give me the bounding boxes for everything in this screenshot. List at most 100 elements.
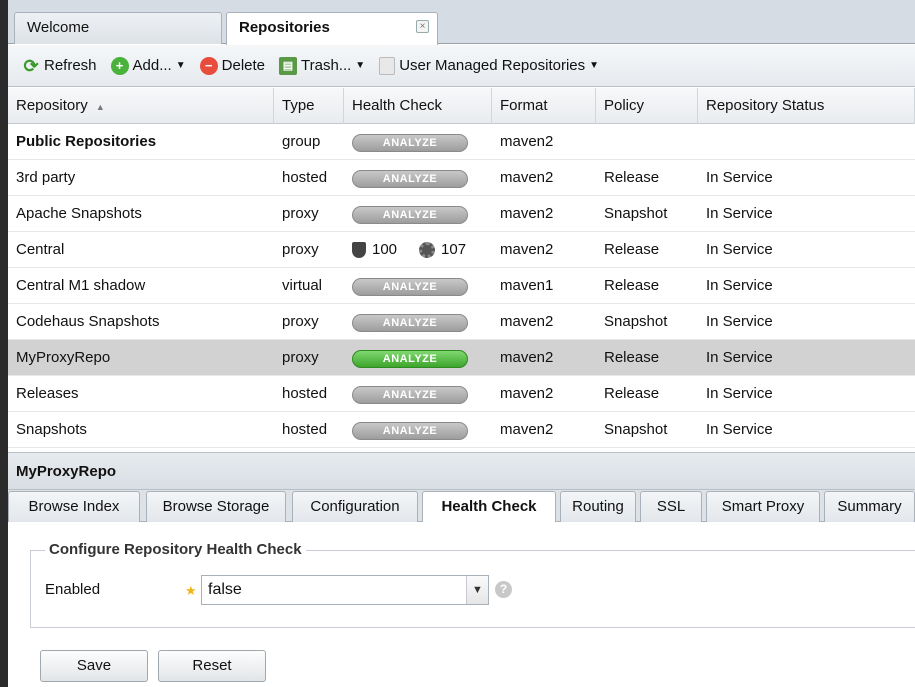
delete-icon: − bbox=[199, 56, 218, 75]
repo-policy: Release bbox=[604, 241, 660, 258]
enabled-select-value: false bbox=[208, 581, 242, 598]
repo-format: maven2 bbox=[500, 241, 554, 258]
refresh-label: Refresh bbox=[44, 57, 97, 74]
repo-policy: Release bbox=[604, 385, 660, 402]
column-header-type[interactable]: Type bbox=[274, 88, 344, 124]
repo-policy: Release bbox=[604, 277, 660, 294]
analyze-button[interactable]: ANALYZE bbox=[352, 134, 468, 152]
top-tab-bar: Welcome Repositories × bbox=[8, 0, 915, 45]
column-header-label: Repository bbox=[16, 97, 88, 114]
analyze-button[interactable]: ANALYZE bbox=[352, 350, 468, 368]
fieldset-legend: Configure Repository Health Check bbox=[45, 541, 306, 558]
repo-status: In Service bbox=[706, 277, 773, 294]
refresh-button[interactable]: ⟳ Refresh bbox=[16, 55, 103, 77]
repo-name: Snapshots bbox=[16, 421, 87, 438]
repo-format: maven2 bbox=[500, 169, 554, 186]
document-icon bbox=[379, 56, 396, 75]
health-check-cell: ANALYZE bbox=[344, 304, 492, 340]
table-row[interactable]: Snapshots hosted ANALYZE maven2 Snapshot… bbox=[8, 412, 915, 448]
repo-name: Public Repositories bbox=[16, 133, 157, 150]
trash-icon: ▤ bbox=[279, 56, 297, 75]
repo-policy: Release bbox=[604, 169, 660, 186]
trash-button[interactable]: ▤ Trash... ▼ bbox=[273, 55, 371, 77]
reset-button[interactable]: Reset bbox=[158, 650, 266, 682]
repo-format: maven2 bbox=[500, 421, 554, 438]
repo-policy: Snapshot bbox=[604, 205, 668, 222]
save-button[interactable]: Save bbox=[40, 650, 148, 682]
shield-icon bbox=[352, 242, 366, 258]
table-row[interactable]: 3rd party hosted ANALYZE maven2 Release … bbox=[8, 160, 915, 196]
window-edge bbox=[0, 0, 8, 687]
tab-repositories[interactable]: Repositories × bbox=[226, 12, 438, 45]
refresh-icon: ⟳ bbox=[23, 55, 39, 76]
repo-name: MyProxyRepo bbox=[16, 349, 111, 366]
chevron-down-icon: ▼ bbox=[175, 60, 186, 71]
user-managed-repos-button[interactable]: User Managed Repositories ▼ bbox=[373, 55, 605, 77]
table-row[interactable]: Central proxy 100 107 maven2 Release In … bbox=[8, 232, 915, 268]
tab-welcome[interactable]: Welcome bbox=[14, 12, 222, 44]
analyze-button[interactable]: ANALYZE bbox=[352, 170, 468, 188]
repo-format: maven1 bbox=[500, 277, 554, 294]
delete-button[interactable]: − Delete bbox=[194, 55, 271, 77]
column-header-status[interactable]: Repository Status bbox=[698, 88, 915, 124]
user-managed-label: User Managed Repositories bbox=[399, 57, 586, 74]
tab-health-check[interactable]: Health Check bbox=[422, 491, 556, 523]
health-check-cell[interactable]: 100 107 bbox=[344, 232, 492, 268]
table-row[interactable]: Apache Snapshots proxy ANALYZE maven2 Sn… bbox=[8, 196, 915, 232]
license-count: 107 bbox=[441, 241, 467, 258]
tab-welcome-label: Welcome bbox=[27, 19, 90, 36]
health-check-cell: ANALYZE bbox=[344, 412, 492, 448]
repo-name: Releases bbox=[16, 385, 79, 402]
repo-status: In Service bbox=[706, 385, 773, 402]
analyze-button[interactable]: ANALYZE bbox=[352, 386, 468, 404]
table-row[interactable]: Releases hosted ANALYZE maven2 Release I… bbox=[8, 376, 915, 412]
repo-status: In Service bbox=[706, 313, 773, 330]
tab-browse-storage[interactable]: Browse Storage bbox=[146, 491, 286, 522]
tab-ssl[interactable]: SSL bbox=[640, 491, 702, 522]
repo-format: maven2 bbox=[500, 205, 554, 222]
repo-policy: Snapshot bbox=[604, 421, 668, 438]
repository-grid: Repository ▲ Type Health Check Format Po… bbox=[8, 88, 915, 448]
repo-status bbox=[698, 124, 915, 160]
repo-type: proxy bbox=[282, 313, 319, 330]
close-icon[interactable]: × bbox=[416, 20, 429, 33]
repo-name: Central M1 shadow bbox=[16, 277, 146, 294]
fieldset-health-check: Configure Repository Health Check Enable… bbox=[30, 541, 915, 628]
analyze-button[interactable]: ANALYZE bbox=[352, 422, 468, 440]
tab-browse-index[interactable]: Browse Index bbox=[8, 491, 140, 522]
repo-type: proxy bbox=[282, 349, 319, 366]
grid-header: Repository ▲ Type Health Check Format Po… bbox=[8, 88, 915, 124]
help-icon[interactable]: ? bbox=[495, 581, 512, 598]
column-header-health-check[interactable]: Health Check bbox=[344, 88, 492, 124]
repo-name: Central bbox=[16, 241, 65, 258]
table-row[interactable]: Central M1 shadow virtual ANALYZE maven1… bbox=[8, 268, 915, 304]
repo-status: In Service bbox=[706, 241, 773, 258]
table-row-selected[interactable]: MyProxyRepo proxy ANALYZE maven2 Release… bbox=[8, 340, 915, 376]
table-row[interactable]: Public Repositories group ANALYZE maven2 bbox=[8, 124, 915, 160]
column-header-repository[interactable]: Repository ▲ bbox=[8, 88, 274, 124]
column-header-policy[interactable]: Policy bbox=[596, 88, 698, 124]
trash-label: Trash... bbox=[301, 57, 352, 74]
repo-format: maven2 bbox=[500, 133, 554, 150]
main-panel: Welcome Repositories × ⟳ Refresh + Add..… bbox=[8, 0, 915, 687]
tab-routing[interactable]: Routing bbox=[560, 491, 636, 522]
column-header-format[interactable]: Format bbox=[492, 88, 596, 124]
chevron-down-icon[interactable]: ▼ bbox=[466, 576, 488, 604]
add-label: Add... bbox=[132, 57, 172, 74]
add-button[interactable]: + Add... ▼ bbox=[105, 55, 192, 77]
repo-type: hosted bbox=[282, 169, 328, 186]
repo-policy: Release bbox=[604, 349, 660, 366]
health-check-cell: ANALYZE bbox=[344, 376, 492, 412]
repo-status: In Service bbox=[706, 349, 773, 366]
analyze-button[interactable]: ANALYZE bbox=[352, 206, 468, 224]
analyze-button[interactable]: ANALYZE bbox=[352, 314, 468, 332]
table-row[interactable]: Codehaus Snapshots proxy ANALYZE maven2 … bbox=[8, 304, 915, 340]
health-check-cell: ANALYZE bbox=[344, 268, 492, 304]
repo-type: hosted bbox=[282, 385, 328, 402]
tab-smart-proxy[interactable]: Smart Proxy bbox=[706, 491, 820, 522]
tab-configuration[interactable]: Configuration bbox=[292, 491, 418, 522]
tab-summary[interactable]: Summary bbox=[824, 491, 915, 522]
detail-tab-bar: Browse Index Browse Storage Configuratio… bbox=[8, 490, 915, 523]
analyze-button[interactable]: ANALYZE bbox=[352, 278, 468, 296]
enabled-select[interactable]: false ▼ bbox=[201, 575, 489, 605]
